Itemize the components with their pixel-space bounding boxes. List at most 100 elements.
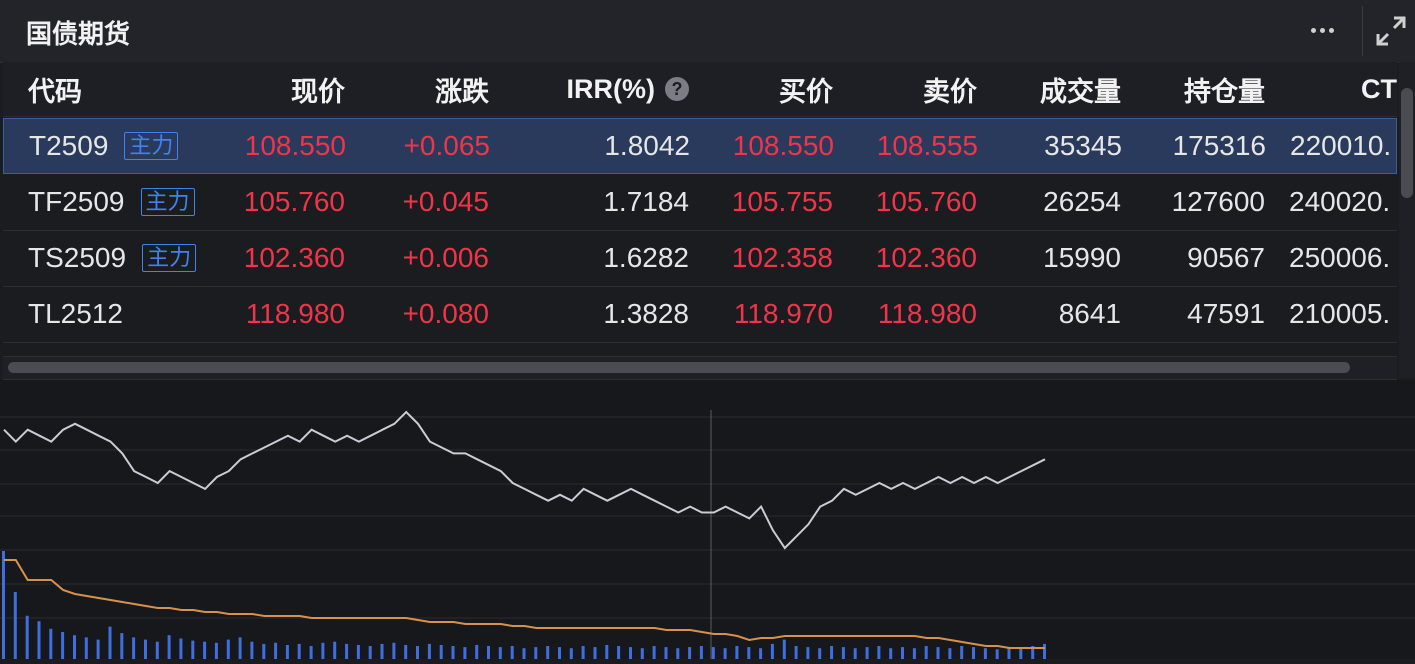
code-cell: TL2512	[28, 286, 123, 342]
table-row[interactable]: TS2509 主力 102.360 +0.006 1.6282 102.358 …	[3, 230, 1397, 287]
volume-bar	[475, 645, 479, 659]
volume-bar	[629, 647, 632, 659]
col-code[interactable]: 代码	[28, 62, 82, 116]
volume-bar	[1043, 643, 1046, 659]
table-row[interactable]: TL2512 118.980 +0.080 1.3828 118.970 118…	[3, 286, 1397, 343]
volume-bar	[37, 621, 41, 659]
volume-bar	[191, 640, 195, 659]
volume-bar	[274, 642, 278, 659]
volume-bar	[853, 648, 857, 659]
col-bid[interactable]: 买价	[733, 62, 833, 116]
volume-bar	[120, 633, 124, 659]
volume-bar	[877, 646, 881, 659]
volume-bar	[309, 646, 313, 659]
volume-bar	[285, 645, 289, 659]
volume-bar	[404, 645, 408, 659]
table-header: 代码 现价 涨跌 IRR(%) ? 买价 卖价 成交量 持仓量 CT	[3, 62, 1397, 117]
col-ask[interactable]: 卖价	[877, 62, 977, 116]
volume-bar	[132, 637, 136, 659]
panel-header: 国债期货	[0, 0, 1415, 63]
volume-bar	[463, 647, 467, 659]
volume-bar	[711, 647, 715, 659]
vertical-scrollbar-thumb[interactable]	[1401, 88, 1413, 198]
volume-bar	[759, 648, 763, 659]
volume-bar	[73, 635, 76, 659]
vertical-scrollbar[interactable]	[1399, 62, 1415, 378]
code-cell: TS2509 主力	[28, 230, 197, 286]
volume-bar	[676, 648, 680, 659]
ask-cell: 102.360	[875, 242, 977, 273]
volume-bar	[664, 647, 668, 659]
chart-grid	[0, 416, 1415, 619]
volume-bar	[936, 647, 940, 659]
code: TL2512	[28, 298, 123, 329]
volume-bar	[830, 646, 834, 659]
volume-bar	[13, 592, 17, 659]
oi-cell: 47591	[1187, 298, 1265, 329]
col-price[interactable]: 现价	[243, 62, 345, 116]
volume-bar	[321, 642, 325, 659]
table-row[interactable]: T2509 主力 108.550 +0.065 1.8042 108.550 1…	[3, 118, 1397, 174]
volume-bar	[84, 637, 88, 659]
ct-cell: 220010.	[1290, 130, 1392, 161]
ask-cell: 118.980	[877, 298, 977, 329]
volume-bar	[250, 641, 254, 659]
panel-title: 国债期货	[26, 19, 131, 49]
oi-cell: 90567	[1187, 242, 1265, 273]
volume-bar	[226, 639, 230, 659]
horizontal-scrollbar-thumb[interactable]	[8, 362, 1350, 373]
volume-bar	[652, 646, 656, 659]
intraday-chart[interactable]	[0, 380, 1415, 659]
horizontal-scrollbar[interactable]	[3, 356, 1397, 380]
average-price-line	[4, 559, 1045, 649]
ask-cell: 105.760	[875, 186, 977, 217]
price-line	[3, 410, 1046, 550]
more-options-button[interactable]	[1302, 12, 1342, 48]
col-oi[interactable]: 持仓量	[1157, 62, 1265, 116]
col-change[interactable]: 涨跌	[389, 62, 489, 116]
ct-cell: 240020.	[1289, 186, 1391, 217]
volume-bar	[723, 648, 727, 659]
volume-bar	[96, 639, 100, 659]
volume-bar	[380, 643, 384, 659]
volume-bar	[960, 646, 964, 659]
expand-button[interactable]	[1372, 12, 1410, 50]
volume-bar	[770, 643, 774, 659]
volume-bar	[238, 637, 242, 659]
more-icon	[1310, 27, 1316, 33]
volume-bar	[972, 647, 975, 659]
volume-bar	[546, 646, 550, 659]
irr-cell: 1.6282	[603, 242, 689, 273]
volume-bar	[427, 643, 431, 659]
price-cell: 105.760	[243, 186, 345, 217]
table-row[interactable]: TF2509 主力 105.760 +0.045 1.7184 105.755 …	[3, 174, 1397, 231]
change-cell: +0.065	[403, 130, 490, 161]
volume-bar	[49, 628, 53, 659]
col-irr-label: IRR(%)	[566, 73, 656, 104]
col-volume[interactable]: 成交量	[1013, 62, 1121, 116]
irr-cell: 1.7184	[603, 186, 689, 217]
volume-bar	[948, 648, 952, 659]
volume-bar	[214, 642, 218, 659]
volume-bar	[368, 646, 372, 659]
volume-bar	[617, 646, 621, 659]
volume-bar	[534, 647, 538, 659]
header-divider	[1362, 6, 1363, 56]
volume-bar	[510, 646, 514, 659]
main-contract-badge: 主力	[124, 132, 179, 160]
volume-bar	[699, 646, 703, 659]
help-icon[interactable]: ?	[665, 77, 689, 101]
futures-table: 代码 现价 涨跌 IRR(%) ? 买价 卖价 成交量 持仓量 CT T2509…	[3, 62, 1397, 354]
volume-bars	[2, 551, 1046, 659]
code: TF2509	[28, 186, 125, 217]
volume-bar	[889, 648, 893, 659]
volume-bar	[688, 647, 692, 659]
volume-cell: 15990	[1043, 242, 1121, 273]
col-irr[interactable]: IRR(%) ?	[543, 62, 689, 116]
volume-bar	[640, 648, 644, 659]
volume-bar	[901, 647, 904, 659]
main-contract-badge: 主力	[140, 188, 195, 216]
volume-bar	[167, 635, 171, 659]
volume-bar	[924, 646, 928, 659]
col-ct[interactable]: CT	[1361, 62, 1397, 116]
